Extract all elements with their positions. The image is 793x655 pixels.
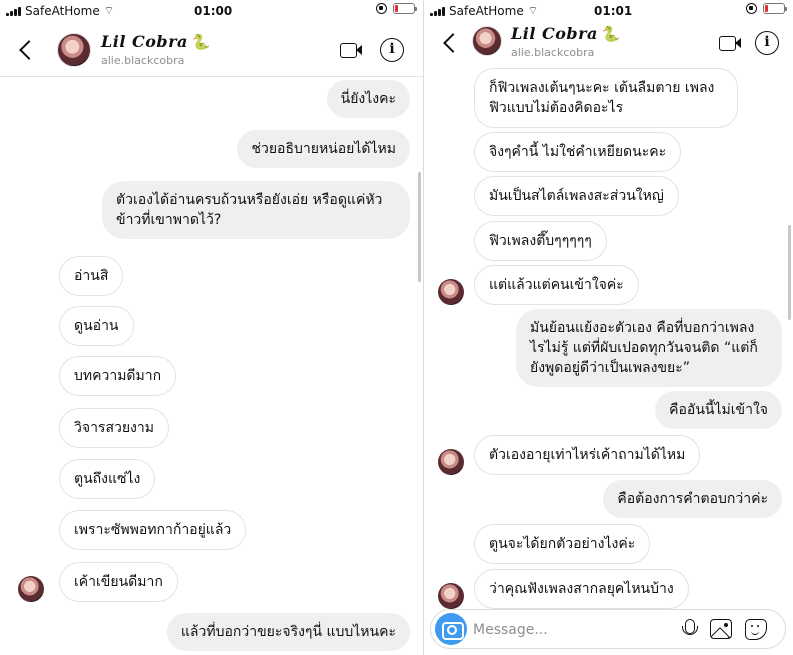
battery-level (765, 5, 768, 12)
info-icon[interactable]: i (380, 38, 404, 62)
message-bubble-in: ก็ฟิวเพลงเต้นๆนะคะ เต้นลืมตาย เพลงฟิวแบบ… (474, 68, 738, 128)
message-bubble-in: เค้าเขียนดีมาก (59, 562, 178, 602)
microphone-icon[interactable] (682, 619, 698, 641)
message-input[interactable] (473, 619, 663, 641)
message-bubble-in: ตูนถึงแซ่ไง (59, 459, 156, 499)
scrollbar[interactable] (418, 172, 421, 282)
video-call-icon[interactable] (719, 35, 741, 51)
signal-icon (430, 6, 445, 16)
camera-icon[interactable] (435, 613, 467, 645)
message-bubble-in: ตัวเองอายุเท่าไหร่เค้าถามได้ไหม (474, 435, 701, 475)
carrier-group: SafeAtHome ⌔ (6, 4, 114, 18)
contact-avatar[interactable] (57, 33, 91, 67)
message-bubble-out: มันย้อนแย้งอะตัวเอง คือที่บอกว่าเพลงไรไม… (516, 309, 782, 387)
gallery-icon[interactable] (710, 619, 732, 639)
message-bubble-in: ฟิวเพลงตึ๊บๆๆๆๆๆ (474, 221, 607, 261)
message-bubble-in: ตูนจะได้ยกตัวอย่างไงค่ะ (474, 524, 651, 564)
message-bubble-out: ช่วยอธิบายหน่อยได้ไหม (237, 130, 410, 168)
snake-emoji: 🐍 (191, 32, 211, 51)
rotation-lock-icon (376, 3, 387, 14)
message-bubble-out: แล้วที่บอกว่าขยะจริงๆนี่ แบบไหนคะ (166, 613, 410, 651)
sender-avatar[interactable] (438, 279, 464, 305)
chat-screen-left: SafeAtHome ⌔ 01:00 Lil Cobra 🐍 alie.blac… (0, 0, 423, 655)
sender-avatar[interactable] (18, 576, 44, 602)
message-bubble-out: ตัวเองได้อ่านครบถ้วนหรือยังเอ่ย หรือดูแค… (102, 181, 410, 239)
status-right (746, 3, 787, 14)
status-time: 01:01 (594, 4, 633, 18)
carrier-group: SafeAtHome ⌔ (430, 4, 538, 18)
chat-header: Lil Cobra 🐍 alie.blackcobra i (0, 23, 423, 77)
chat-screen-right: SafeAtHome ⌔ 01:01 Lil Cobra 🐍 alie.blac… (424, 0, 793, 655)
rotation-lock-icon (746, 3, 757, 14)
message-bubble-in: ดูนอ่าน (59, 306, 134, 346)
message-bubble-in: อ่านสิ (59, 256, 124, 296)
carrier-name: SafeAtHome (25, 4, 100, 18)
snake-emoji: 🐍 (601, 24, 621, 43)
message-bubble-out: นี่ยังไงคะ (326, 80, 410, 118)
message-bubble-in: มันเป็นสไตล์เพลงสะส่วนใหญ่ (474, 176, 679, 216)
battery-level (395, 5, 398, 12)
contact-name: Lil Cobra (511, 24, 598, 43)
message-bubble-out: คือต้องการคำตอบกว่าค่ะ (603, 480, 782, 518)
video-call-icon[interactable] (340, 42, 362, 58)
back-button[interactable] (438, 28, 462, 58)
sender-avatar[interactable] (438, 583, 464, 609)
status-bar: SafeAtHome ⌔ 01:00 (0, 0, 423, 22)
message-composer (430, 609, 786, 649)
info-icon[interactable]: i (755, 31, 779, 55)
message-bubble-in: บทความดีมาก (59, 356, 177, 396)
message-bubble-in: แต่แล้วแต่คนเข้าใจค่ะ (474, 265, 639, 305)
message-bubble-out: คืออันนี้ไม่เข้าใจ (655, 391, 782, 429)
status-time: 01:00 (194, 4, 233, 18)
battery-icon (393, 3, 417, 14)
battery-icon (763, 3, 787, 14)
message-bubble-in: ว่าคุณฟังเพลงสากลยุคไหนบ้าง (474, 569, 689, 609)
chat-header: Lil Cobra 🐍 alie.blackcobra i (424, 18, 793, 68)
wifi-icon: ⌔ (103, 4, 115, 17)
contact-name-line[interactable]: Lil Cobra 🐍 (511, 24, 621, 43)
contact-name: Lil Cobra (101, 32, 188, 51)
status-right (376, 3, 417, 14)
message-bubble-in: วิจารสวยงาม (59, 408, 169, 448)
contact-username: alie.blackcobra (101, 54, 185, 67)
scrollbar[interactable] (788, 225, 791, 320)
sender-avatar[interactable] (438, 449, 464, 475)
back-button[interactable] (14, 35, 38, 65)
contact-username: alie.blackcobra (511, 46, 595, 59)
contact-avatar[interactable] (472, 26, 502, 56)
signal-icon (6, 6, 21, 16)
contact-name-line[interactable]: Lil Cobra 🐍 (101, 32, 211, 51)
message-bubble-in: เพราะซัพพอทกาก้าอยู่แล้ว (59, 510, 247, 550)
carrier-name: SafeAtHome (449, 4, 524, 18)
wifi-icon: ⌔ (527, 4, 539, 17)
message-bubble-in: จิงๆคำนี้ ไม่ใช่คำเหยียดนะคะ (474, 132, 682, 172)
sticker-icon[interactable] (745, 619, 767, 640)
